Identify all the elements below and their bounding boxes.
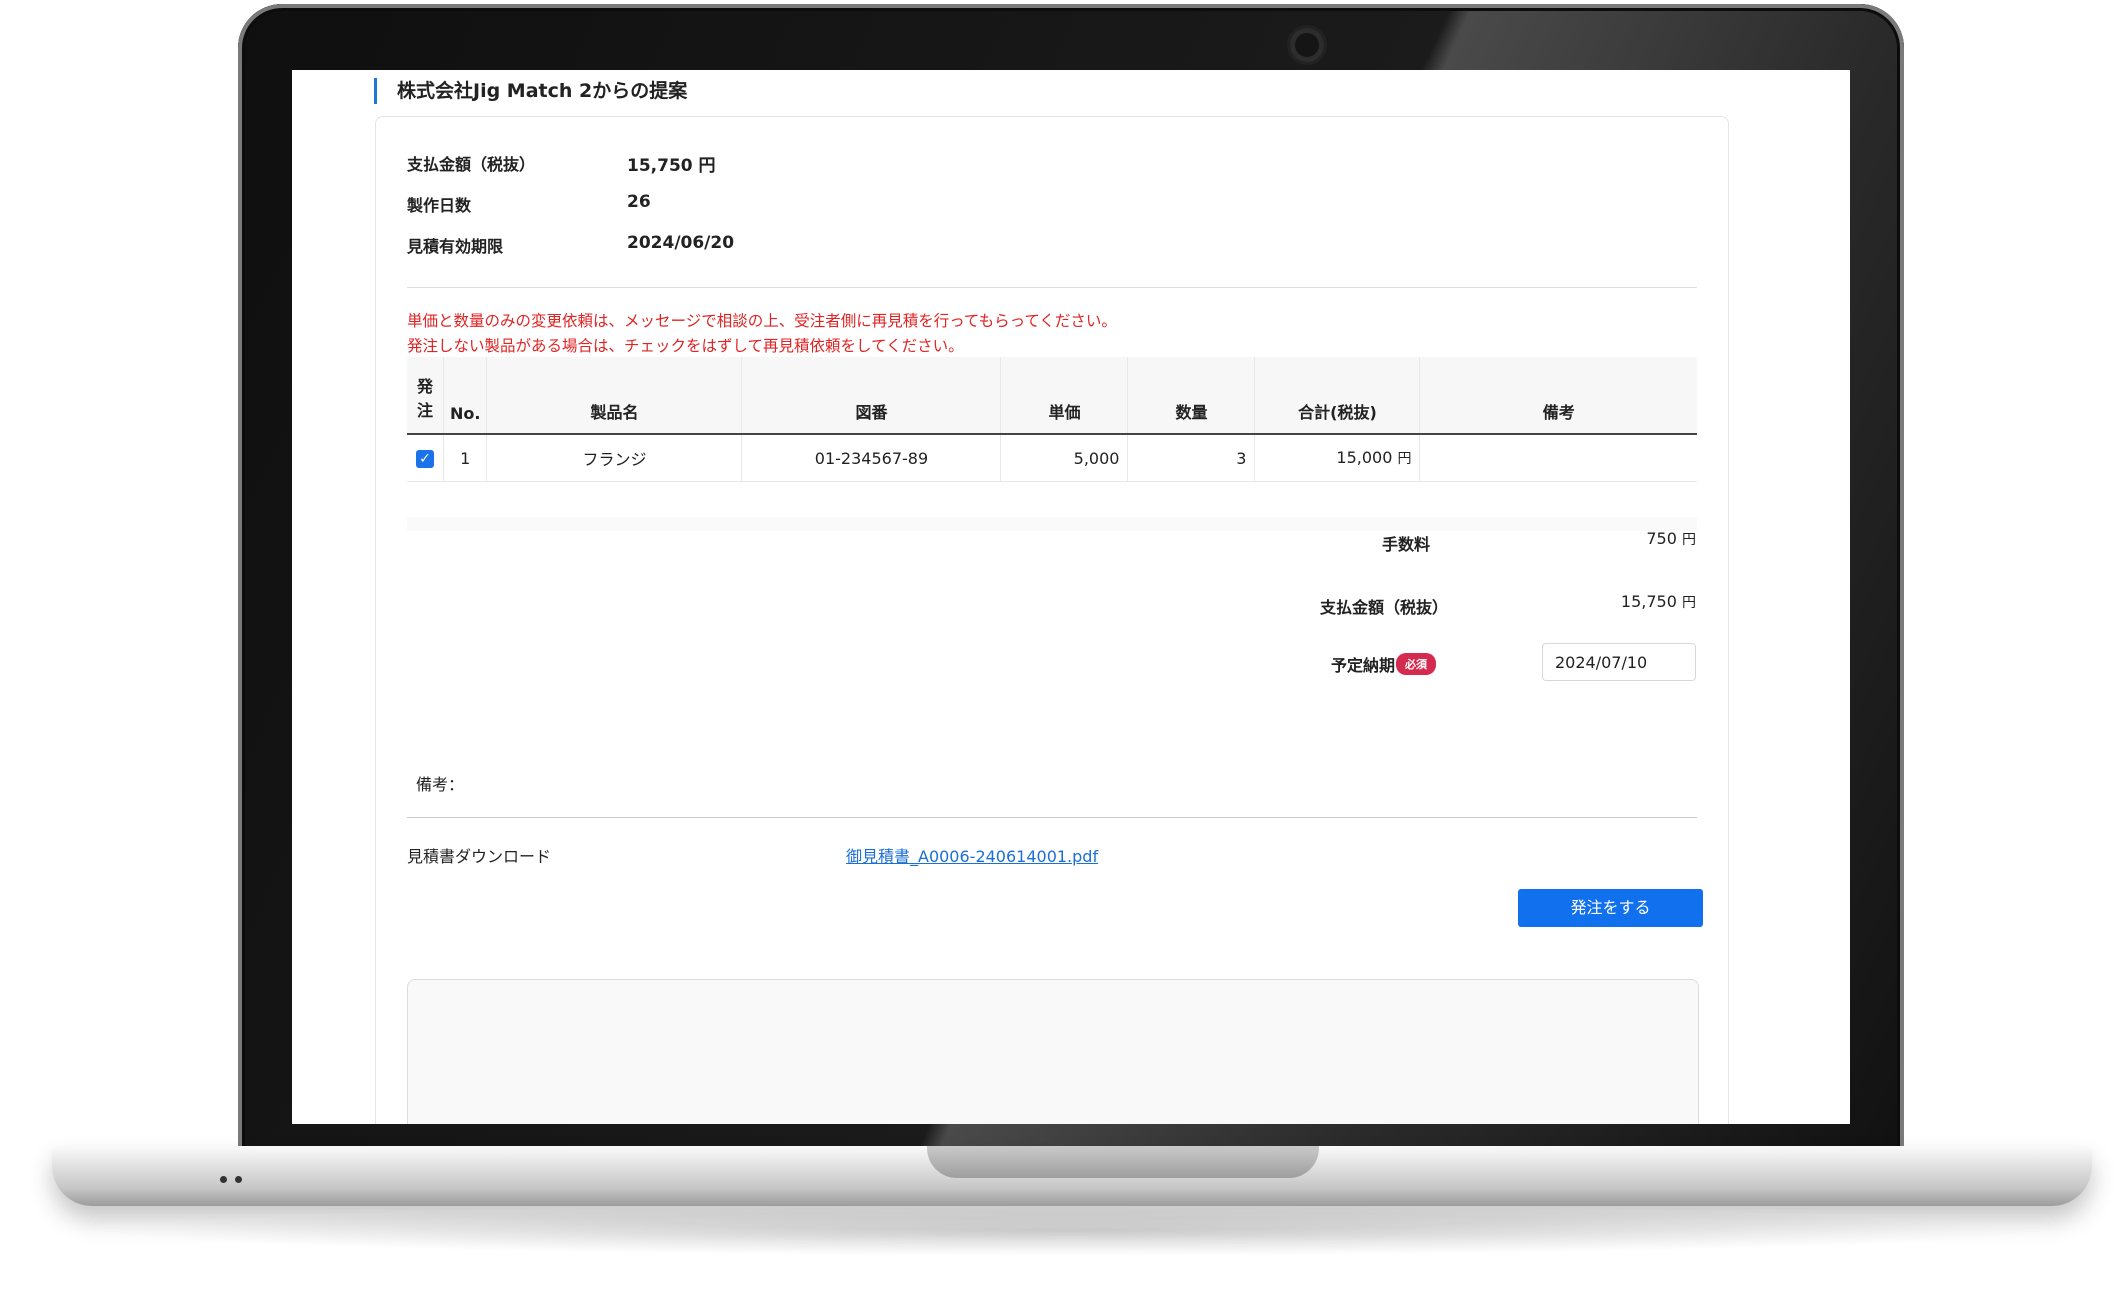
notice-text: 単価と数量のみの変更依頼は、メッセージで相談の上、受注者側に再見積を行ってもらっ… (407, 312, 1117, 330)
summary-value: 26 (627, 192, 651, 212)
header-note: 備考 (1419, 357, 1697, 435)
camera-icon (1290, 28, 1324, 62)
currency-unit: 円 (1682, 595, 1696, 611)
drawing-cell: 01-234567-89 (741, 434, 1002, 482)
screen: 株式会社Jig Match 2からの提案 支払金額（税抜） 15,750 円 製… (292, 70, 1850, 1124)
laptop-base (52, 1146, 2092, 1206)
note-cell (1419, 434, 1697, 482)
unit-price-cell: 5,000 (1000, 434, 1129, 482)
summary-label: 見積有効期限 (407, 237, 504, 256)
header-unit-price: 単価 (1000, 357, 1129, 435)
quantity-cell: 3 (1127, 434, 1256, 482)
delivery-label: 予定納期 (1331, 656, 1396, 675)
order-button[interactable]: 発注をする (1518, 889, 1703, 927)
items-table: 発 注 No. 製品名 図番 単価 数量 合計(税抜) 備考 ✓ 1 フランジ … (407, 357, 1697, 482)
divider (407, 817, 1697, 818)
currency-unit: 円 (1397, 451, 1412, 467)
summary-label: 支払金額（税抜） (407, 155, 536, 174)
laptop-shadow (100, 1206, 2040, 1256)
fee-label: 手数料 (1382, 535, 1431, 554)
no-cell: 1 (443, 434, 488, 482)
currency-unit: 円 (1682, 532, 1696, 548)
pay-value: 15,750 (1620, 592, 1677, 611)
table-row: ✓ 1 フランジ 01-234567-89 5,000 3 15,000 円 (407, 434, 1697, 482)
divider (407, 287, 1697, 288)
proposal-card: 支払金額（税抜） 15,750 円 製作日数 26 見積有効期限 2024/06… (375, 116, 1729, 1124)
summary-value: 2024/06/20 (627, 233, 735, 253)
pay-label: 支払金額（税抜） (1320, 598, 1449, 617)
fee-value: 750 (1646, 529, 1677, 548)
table-footer (407, 517, 1697, 531)
order-cell: ✓ (407, 434, 444, 482)
download-label: 見積書ダウンロード (407, 847, 552, 866)
header-drawing: 図番 (741, 357, 1002, 435)
laptop-notch (927, 1146, 1319, 1178)
notice-text: 発注しない製品がある場合は、チェックをはずして再見積依頼をしてください。 (407, 337, 964, 355)
header-no: No. (443, 357, 488, 435)
required-badge: 必須 (1396, 653, 1436, 675)
header-order: 発 注 (407, 357, 444, 435)
delivery-date-input[interactable]: 2024/07/10 (1542, 643, 1696, 681)
indicator-light-icon (220, 1176, 227, 1183)
download-link[interactable]: 御見積書_A0006-240614001.pdf (846, 843, 1098, 867)
summary-label: 製作日数 (407, 196, 472, 215)
message-area[interactable] (407, 979, 1699, 1124)
indicator-light-icon (235, 1176, 242, 1183)
fee-value-box: 750 円 (1576, 529, 1696, 549)
header-total: 合計(税抜) (1254, 357, 1421, 435)
total-cell: 15,000 円 (1254, 434, 1421, 482)
remarks-label: 備考： (416, 775, 465, 794)
proposal-title: 株式会社Jig Match 2からの提案 (374, 78, 687, 104)
product-cell: フランジ (486, 434, 743, 482)
order-checkbox[interactable]: ✓ (416, 450, 434, 468)
table-header-row: 発 注 No. 製品名 図番 単価 数量 合計(税抜) 備考 (407, 357, 1697, 435)
header-product: 製品名 (486, 357, 743, 435)
pay-value-box: 15,750 円 (1556, 592, 1696, 612)
total-value: 15,000 (1336, 448, 1393, 467)
header-quantity: 数量 (1127, 357, 1256, 435)
summary-value: 15,750 円 (627, 156, 716, 176)
